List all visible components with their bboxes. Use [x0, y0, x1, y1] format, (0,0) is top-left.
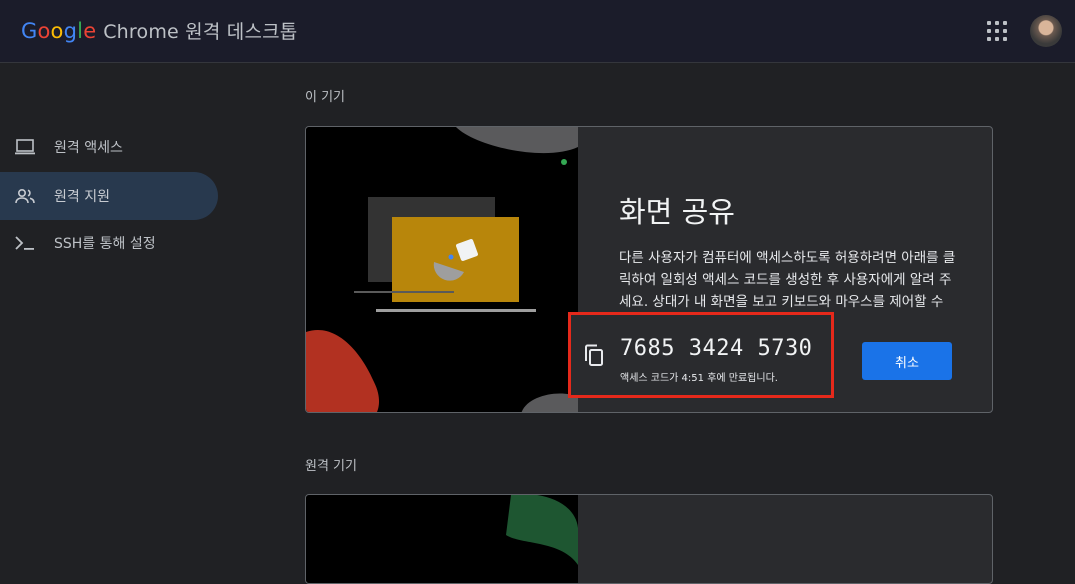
terminal-icon	[14, 232, 36, 254]
sidebar-item-remote-support[interactable]: 원격 지원	[0, 172, 218, 220]
people-icon	[14, 185, 36, 207]
apps-grid-icon[interactable]	[987, 21, 1007, 41]
sidebar-item-label: 원격 액세스	[54, 140, 123, 156]
sidebar-item-label: 원격 지원	[54, 189, 110, 205]
product-logo[interactable]: Google Chrome 원격 데스크톱	[21, 17, 298, 44]
sidebar-item-remote-access[interactable]: 원격 액세스	[0, 123, 218, 171]
logo-letter: o	[50, 19, 64, 43]
logo-letter: o	[37, 19, 51, 43]
sidebar-item-ssh-setup[interactable]: SSH를 통해 설정	[0, 219, 218, 267]
logo-letter: e	[83, 19, 97, 43]
app-title: Chrome 원격 데스크톱	[103, 21, 298, 43]
sidebar-item-label: SSH를 통해 설정	[54, 236, 156, 252]
logo-letter: g	[63, 19, 78, 43]
access-code[interactable]: 7685 3424 5730	[620, 336, 812, 361]
copy-icon[interactable]	[583, 343, 605, 367]
remote-device-illustration	[306, 495, 578, 583]
share-title: 화면 공유	[619, 195, 735, 229]
section-heading-remote-devices: 원격 기기	[305, 459, 357, 474]
access-code-highlight: 7685 3424 5730 액세스 코드가 4:51 후에 만료됩니다.	[568, 312, 834, 398]
laptop-icon	[14, 136, 36, 158]
remote-device-card	[305, 494, 993, 584]
logo-letter: G	[21, 19, 38, 43]
avatar[interactable]	[1030, 15, 1062, 47]
section-heading-this-device: 이 기기	[305, 90, 346, 105]
top-app-bar: Google Chrome 원격 데스크톱	[0, 0, 1075, 63]
share-illustration	[306, 127, 578, 412]
code-expiry-note: 액세스 코드가 4:51 후에 만료됩니다.	[620, 373, 778, 384]
cancel-button[interactable]: 취소	[862, 342, 952, 380]
